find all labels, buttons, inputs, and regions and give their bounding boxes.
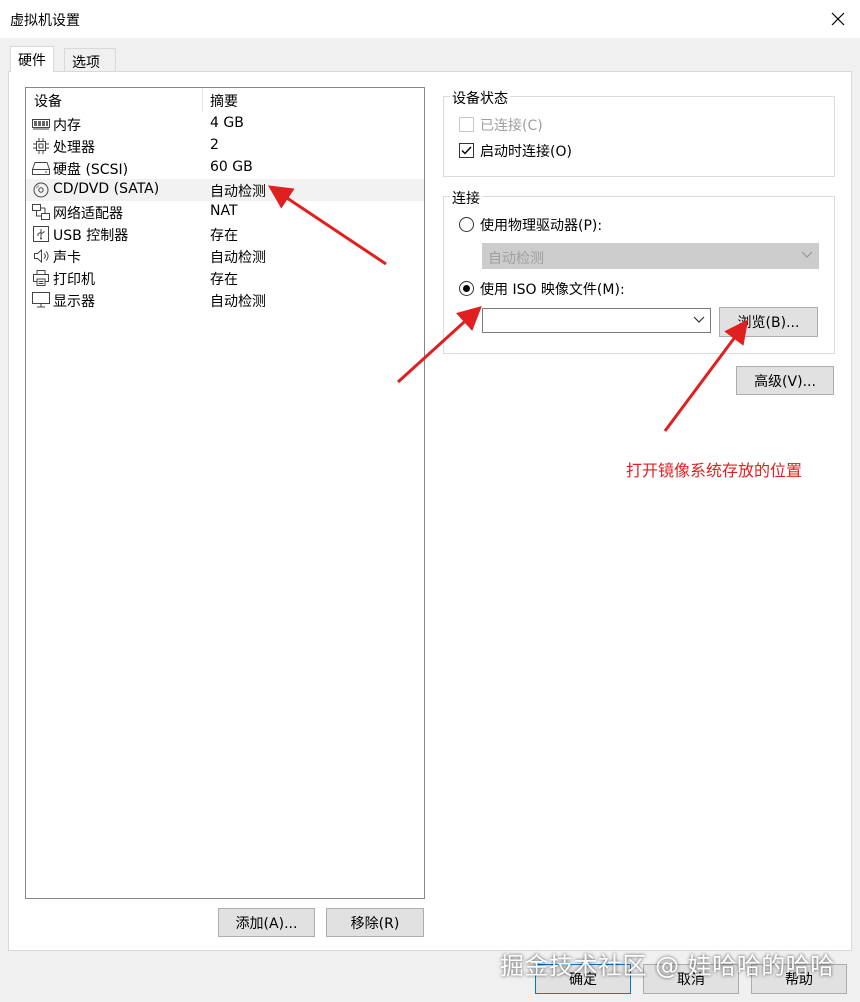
physical-drive-label: 使用物理驱动器(P): xyxy=(480,218,603,234)
connection-label: 连接 xyxy=(450,188,482,208)
display-icon xyxy=(32,292,50,308)
device-summary: 4 GB xyxy=(210,115,244,131)
device-summary: 自动检测 xyxy=(210,250,266,266)
connected-checkbox[interactable] xyxy=(459,117,474,132)
header-device[interactable]: 设备 xyxy=(34,91,62,111)
iso-image-radio[interactable] xyxy=(459,281,474,296)
device-summary: 60 GB xyxy=(210,159,253,175)
header-summary[interactable]: 摘要 xyxy=(210,91,238,111)
watermark: 掘金技术社区 @ 娃哈哈的哈哈 xyxy=(500,952,835,980)
chevron-down-icon xyxy=(801,248,813,262)
connected-label: 已连接(C) xyxy=(480,118,543,134)
device-row-memory[interactable]: 内存 4 GB xyxy=(26,113,424,135)
device-row-processor[interactable]: 处理器 2 xyxy=(26,135,424,157)
device-status-label: 设备状态 xyxy=(450,88,510,108)
processor-icon xyxy=(32,138,50,154)
device-name: 声卡 xyxy=(53,250,81,266)
device-name: 内存 xyxy=(53,118,81,134)
tab-options[interactable]: 选项 xyxy=(64,48,116,72)
device-summary: 存在 xyxy=(210,272,238,288)
usb-controller-icon xyxy=(32,226,50,242)
connect-at-power-on-label: 启动时连接(O) xyxy=(480,144,572,160)
chevron-down-icon[interactable] xyxy=(693,313,705,327)
radio-selected-dot xyxy=(463,285,470,292)
device-summary: 自动检测 xyxy=(210,294,266,310)
checkmark-icon xyxy=(461,146,472,155)
cd-dvd-icon xyxy=(32,182,50,198)
title-bar xyxy=(0,0,860,38)
add-button[interactable]: 添加(A)... xyxy=(218,908,315,937)
device-list-header: 设备 摘要 xyxy=(26,88,424,112)
device-name: USB 控制器 xyxy=(53,228,129,244)
device-summary: 存在 xyxy=(210,228,238,244)
device-summary: NAT xyxy=(210,203,238,219)
tab-hardware[interactable]: 硬件 xyxy=(10,46,54,72)
device-summary: 2 xyxy=(210,137,219,153)
device-row-usb-controller[interactable]: USB 控制器 存在 xyxy=(26,223,424,245)
window-title: 虚拟机设置 xyxy=(10,13,80,29)
physical-drive-radio[interactable] xyxy=(459,217,474,232)
device-row-cd-dvd[interactable]: CD/DVD (SATA) 自动检测 xyxy=(26,179,424,201)
device-status-group xyxy=(443,96,835,177)
device-name: 网络适配器 xyxy=(53,206,123,222)
device-row-hard-disk[interactable]: 硬盘 (SCSI) 60 GB xyxy=(26,157,424,179)
printer-icon xyxy=(32,270,50,286)
device-row-network-adapter[interactable]: 网络适配器 NAT xyxy=(26,201,424,223)
device-name: 打印机 xyxy=(53,272,95,288)
header-separator[interactable] xyxy=(202,88,203,112)
device-name: CD/DVD (SATA) xyxy=(53,181,160,197)
network-adapter-icon xyxy=(32,204,50,220)
advanced-button[interactable]: 高级(V)... xyxy=(736,366,834,395)
device-name: 硬盘 (SCSI) xyxy=(53,162,129,178)
close-button[interactable] xyxy=(816,0,860,38)
sound-card-icon xyxy=(32,248,50,264)
hard-disk-icon xyxy=(32,160,50,176)
browse-button[interactable]: 浏览(B)... xyxy=(719,307,818,337)
device-row-display[interactable]: 显示器 自动检测 xyxy=(26,289,424,311)
remove-button[interactable]: 移除(R) xyxy=(326,908,424,937)
iso-image-label: 使用 ISO 映像文件(M): xyxy=(480,282,625,298)
device-row-sound-card[interactable]: 声卡 自动检测 xyxy=(26,245,424,267)
device-name: 处理器 xyxy=(53,140,95,156)
iso-path-combo[interactable] xyxy=(482,308,711,333)
memory-icon xyxy=(32,116,50,132)
device-name: 显示器 xyxy=(53,294,95,310)
device-summary: 自动检测 xyxy=(210,184,266,200)
connect-at-power-on-checkbox[interactable] xyxy=(459,143,474,158)
physical-drive-select[interactable]: 自动检测 xyxy=(482,243,819,269)
device-row-printer[interactable]: 打印机 存在 xyxy=(26,267,424,289)
annotation-text: 打开镜像系统存放的位置 xyxy=(626,461,803,480)
close-icon xyxy=(831,12,845,26)
physical-drive-value: 自动检测 xyxy=(488,251,544,267)
